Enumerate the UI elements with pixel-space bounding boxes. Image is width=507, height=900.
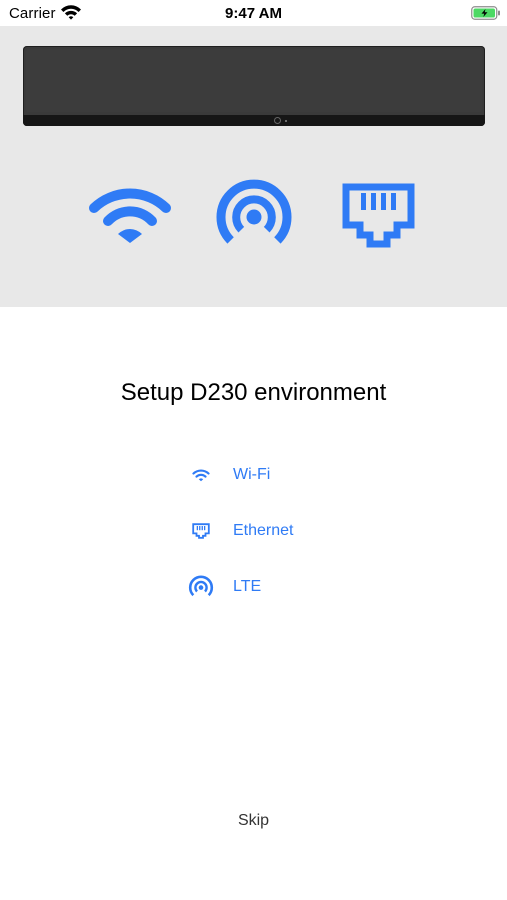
wifi-icon (192, 469, 210, 482)
hero-banner (0, 26, 507, 307)
wifi-option-icon-wrap (186, 460, 216, 490)
ethernet-option-label: Ethernet (233, 522, 294, 539)
lte-icon (216, 179, 292, 244)
lte-icon (188, 575, 214, 597)
indicator-dot (285, 120, 287, 122)
wifi-option[interactable]: Wi-Fi (186, 460, 346, 490)
wifi-option-label: Wi-Fi (233, 466, 271, 483)
camera-icon (274, 117, 281, 124)
status-bar: Carrier 9:47 AM (0, 0, 507, 26)
d230-device-illustration (23, 46, 485, 126)
battery-icon (471, 6, 500, 20)
skip-button[interactable]: Skip (0, 812, 507, 830)
wifi-icon (89, 188, 171, 243)
device-bezel (23, 115, 485, 126)
lte-option-icon-wrap (186, 572, 216, 602)
ethernet-option[interactable]: Ethernet (186, 516, 346, 546)
ethernet-icon (192, 523, 210, 539)
page-title: Setup D230 environment (120, 379, 387, 406)
lte-option-label: LTE (233, 578, 262, 595)
ethernet-icon (342, 183, 415, 248)
lte-option[interactable]: LTE (186, 572, 346, 602)
status-time: 9:47 AM (225, 5, 282, 22)
ethernet-option-icon-wrap (186, 516, 216, 546)
device-screen (26, 49, 482, 112)
